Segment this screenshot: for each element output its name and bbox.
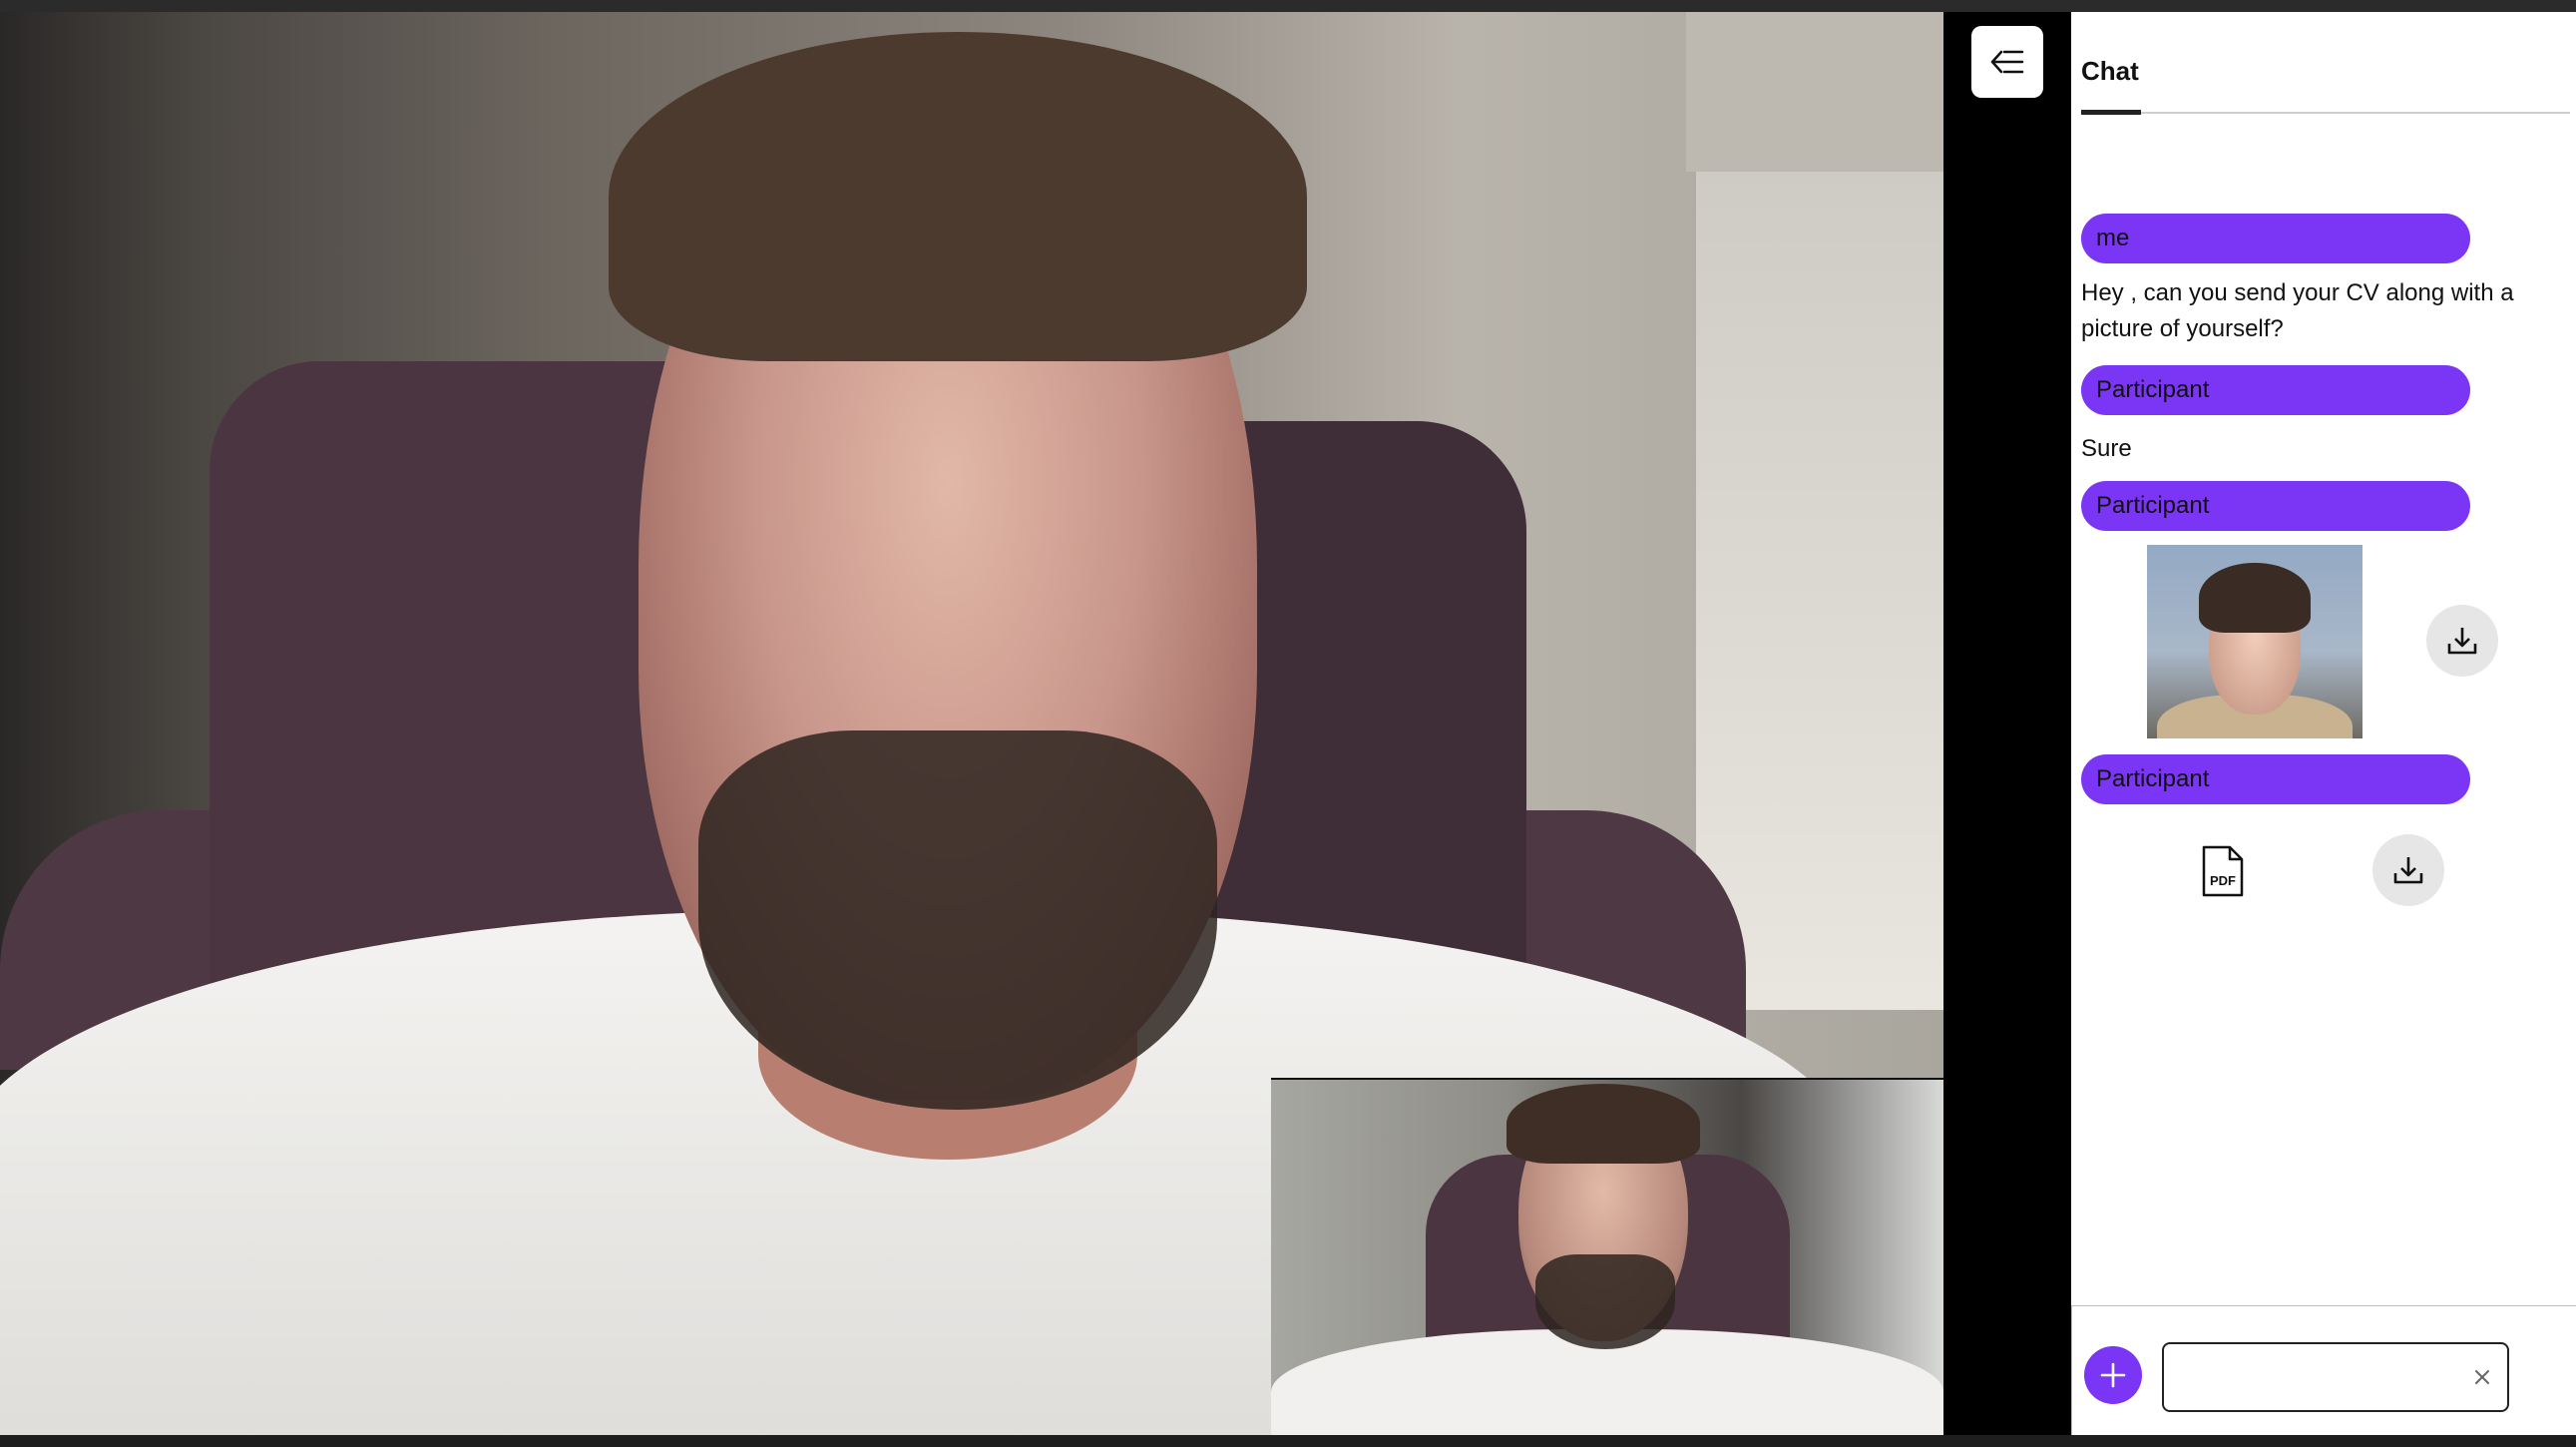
sender-label-participant: Participant [2081, 754, 2470, 804]
close-icon [2475, 1370, 2489, 1384]
photo-hair [2199, 563, 2311, 633]
add-attachment-button[interactable] [2084, 1346, 2142, 1404]
tab-active-indicator [2081, 110, 2141, 115]
download-photo-button[interactable] [2426, 605, 2498, 677]
tab-chat[interactable]: Chat [2081, 56, 2139, 87]
message-text: Hey , can you send your CV along with a … [2081, 279, 2514, 342]
window-top-bar [0, 0, 2576, 12]
self-video [1271, 1078, 1943, 1437]
pdf-label: PDF [2210, 873, 2236, 888]
sender-label-participant: Participant [2081, 365, 2470, 415]
collapse-panel-button[interactable] [1971, 26, 2043, 98]
background-picture [1686, 12, 1943, 172]
collapse-panel-icon [1990, 50, 2024, 74]
download-icon [2393, 857, 2423, 884]
panel-gutter [1943, 12, 2071, 1435]
tab-divider [2081, 112, 2570, 114]
window-bottom-bar [0, 1435, 2576, 1447]
sender-label-me: me [2081, 214, 2470, 263]
remote-person-hair [609, 32, 1307, 361]
self-beard [1535, 1254, 1675, 1349]
message-text: Sure [2081, 435, 2132, 462]
remote-person-beard [698, 730, 1217, 1110]
shared-photo[interactable] [2147, 545, 2362, 738]
pdf-file-icon[interactable]: PDF [2201, 844, 2245, 898]
plus-icon [2100, 1362, 2126, 1388]
download-icon [2447, 628, 2477, 655]
download-file-button[interactable] [2372, 834, 2444, 906]
chat-panel: Chat me Hey , can you send your CV along… [2071, 12, 2576, 1436]
clear-input-button[interactable] [2467, 1362, 2497, 1392]
message-input[interactable] [2162, 1342, 2509, 1412]
sender-label-participant: Participant [2081, 481, 2470, 531]
message-composer [2071, 1305, 2576, 1436]
self-hair [1506, 1084, 1700, 1164]
